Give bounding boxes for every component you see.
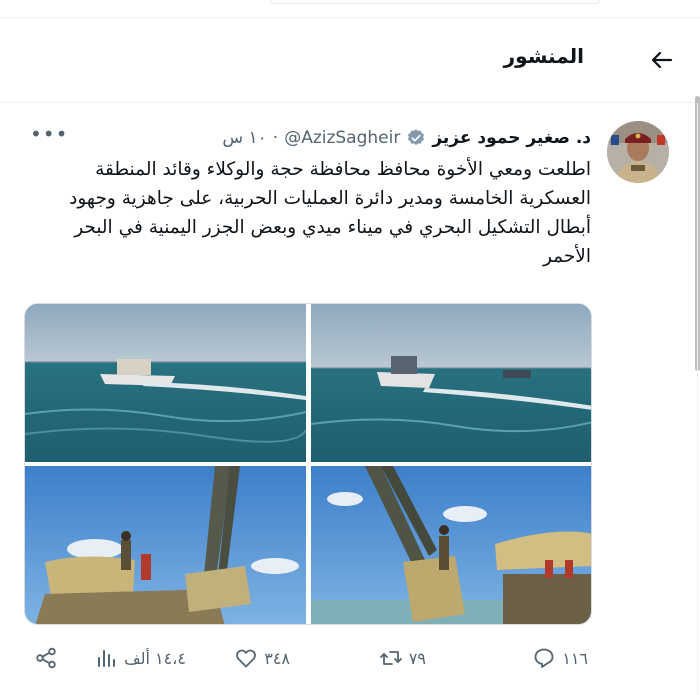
meta-separator: · — [272, 128, 279, 148]
arrow-left-icon — [651, 51, 673, 69]
post-header: المنشور — [0, 17, 700, 103]
tweet-time[interactable]: ١٠ س — [222, 128, 266, 148]
tweet: د. صغير حمود عزيز @AzizSagheir · ١٠ س ••… — [0, 103, 698, 695]
retweet-icon — [379, 651, 402, 665]
photo-gun-2[interactable] — [311, 466, 592, 625]
avatar[interactable] — [607, 121, 669, 183]
reply-icon — [534, 648, 554, 668]
heart-icon — [236, 649, 257, 668]
tweet-meta: د. صغير حمود عزيز @AzizSagheir · ١٠ س — [31, 125, 591, 151]
photo-boat-2[interactable] — [310, 304, 592, 462]
views-button[interactable]: ١٤،٤ ألف — [94, 643, 186, 673]
like-count: ٣٤٨ — [264, 648, 290, 668]
reply-button[interactable]: ١١٦ — [532, 643, 588, 673]
more-options-icon[interactable]: ••• — [30, 124, 68, 144]
retweet-button[interactable]: ٧٩ — [379, 643, 426, 673]
like-button[interactable]: ٣٤٨ — [234, 643, 290, 673]
views-chart-icon — [98, 650, 116, 667]
share-icon — [36, 647, 56, 669]
avatar-image — [607, 121, 669, 183]
photo-gun-1[interactable] — [25, 466, 306, 625]
page-title: المنشور — [503, 44, 584, 68]
views-count: ١٤،٤ ألف — [124, 648, 186, 668]
tweet-text: اطلعت ومعي الأخوة محافظ محافظة حجة والوك… — [69, 159, 591, 267]
author-name[interactable]: د. صغير حمود عزيز — [432, 128, 591, 148]
author-handle[interactable]: @AzizSagheir — [284, 128, 400, 148]
verified-badge-icon — [408, 129, 425, 146]
retweet-count: ٧٩ — [408, 648, 426, 668]
photo-boat-1[interactable] — [25, 304, 307, 462]
tweet-actions: ١١٦ ٧٩ ٣٤٨ ١٤،٤ ألف — [28, 643, 588, 673]
share-button[interactable] — [34, 643, 58, 673]
reply-count: ١١٦ — [562, 648, 588, 668]
back-button[interactable] — [650, 48, 674, 72]
tweet-media-grid[interactable] — [24, 303, 592, 625]
top-card-edge — [270, 0, 600, 4]
